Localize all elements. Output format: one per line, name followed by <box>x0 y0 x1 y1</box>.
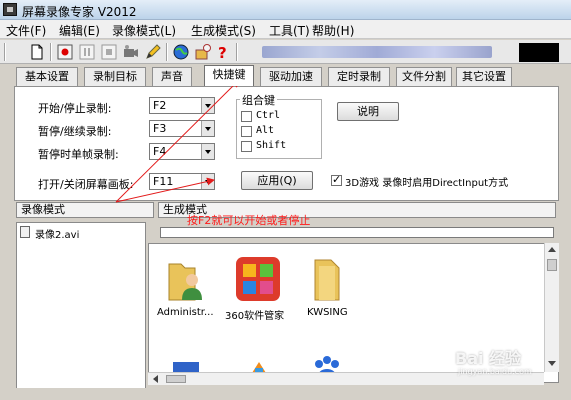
file-list-item[interactable]: 录像2.avi <box>35 226 79 241</box>
desktop-label-administrator: Administr... <box>157 307 214 318</box>
file-list[interactable]: 录像2.avi <box>16 222 146 392</box>
scroll-thumb[interactable] <box>547 259 557 271</box>
desktop-label-kwsing: KWSING <box>307 307 348 318</box>
folder-icon[interactable] <box>309 256 347 302</box>
user-folder-icon[interactable] <box>165 258 207 302</box>
scroll-left-icon[interactable] <box>153 375 158 383</box>
path-bar[interactable] <box>160 227 554 238</box>
scroll-thumb[interactable] <box>166 375 186 383</box>
status-bar <box>0 388 571 400</box>
vertical-scrollbar[interactable] <box>544 243 559 372</box>
watermark-url: jingyan.baidu.com <box>458 367 532 376</box>
video-file-icon <box>20 226 30 238</box>
scroll-up-icon[interactable] <box>548 247 556 252</box>
scroll-down-icon[interactable] <box>548 361 556 366</box>
desktop-label-360: 360软件管家 <box>225 311 285 322</box>
watermark: Bai 经验 <box>455 349 522 368</box>
annotation-hint: 按F2就可以开始或者停止 <box>187 214 311 227</box>
tab-hotkeys[interactable]: 快捷键 <box>204 65 254 86</box>
app-tile-icon[interactable] <box>235 256 281 302</box>
